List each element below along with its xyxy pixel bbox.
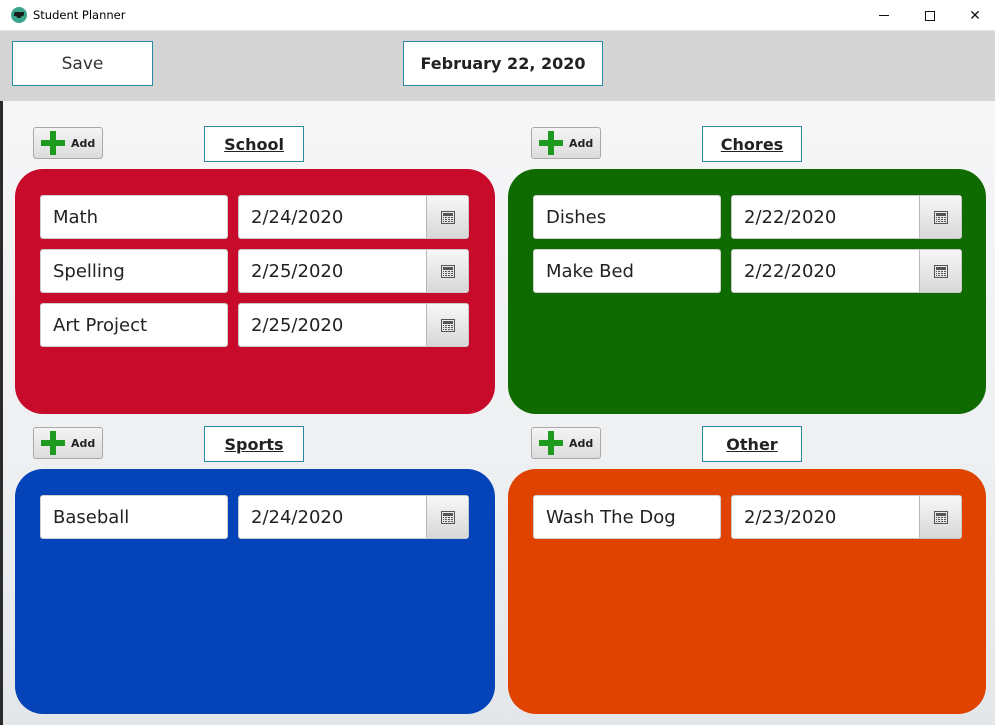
calendar-icon: [440, 210, 455, 224]
add-school-button[interactable]: Add: [33, 127, 103, 159]
close-icon: ✕: [969, 7, 981, 24]
task-row: Spelling 2/25/2020: [40, 249, 470, 293]
window-title: Student Planner: [33, 8, 126, 22]
title-bar: Student Planner ✕: [0, 0, 995, 31]
due-date-value[interactable]: 2/24/2020: [251, 196, 343, 238]
due-date-value[interactable]: 2/25/2020: [251, 304, 343, 346]
maximize-icon: [925, 10, 935, 21]
due-date-picker[interactable]: 2/22/2020: [731, 249, 962, 293]
category-title-school: School: [204, 126, 304, 162]
category-panel-school: Math 2/24/2020 Spelling 2/25/2020 Art Pr…: [15, 169, 495, 414]
add-label: Add: [71, 136, 96, 150]
due-date-value[interactable]: 2/25/2020: [251, 250, 343, 292]
minimize-icon: [879, 15, 889, 16]
task-row: Make Bed 2/22/2020: [533, 249, 963, 293]
graduation-cap-icon: [11, 7, 27, 23]
calendar-icon: [933, 510, 948, 524]
window-edge: [0, 101, 3, 725]
due-date-picker[interactable]: 2/24/2020: [238, 495, 469, 539]
category-panel-chores: Dishes 2/22/2020 Make Bed 2/22/2020: [508, 169, 986, 414]
save-button[interactable]: Save: [12, 41, 153, 86]
category-panel-other: Wash The Dog 2/23/2020: [508, 469, 986, 714]
maximize-button[interactable]: [907, 0, 953, 31]
task-name-field[interactable]: Art Project: [40, 303, 228, 347]
category-title-other: Other: [702, 426, 802, 462]
calendar-icon: [440, 318, 455, 332]
task-row: Dishes 2/22/2020: [533, 195, 963, 239]
add-sports-button[interactable]: Add: [33, 427, 103, 459]
calendar-icon: [440, 510, 455, 524]
calendar-icon: [440, 264, 455, 278]
due-date-value[interactable]: 2/23/2020: [744, 496, 836, 538]
minimize-button[interactable]: [861, 0, 907, 31]
calendar-icon: [933, 210, 948, 224]
task-row: Math 2/24/2020: [40, 195, 470, 239]
calendar-button[interactable]: [919, 496, 961, 538]
current-date-label: February 22, 2020: [403, 41, 603, 86]
task-name-field[interactable]: Make Bed: [533, 249, 721, 293]
plus-icon: [539, 131, 563, 155]
due-date-picker[interactable]: 2/23/2020: [731, 495, 962, 539]
plus-icon: [41, 131, 65, 155]
calendar-button[interactable]: [426, 250, 468, 292]
task-name-field[interactable]: Dishes: [533, 195, 721, 239]
plus-icon: [539, 431, 563, 455]
add-label: Add: [569, 136, 594, 150]
task-name-field[interactable]: Spelling: [40, 249, 228, 293]
task-row: Wash The Dog 2/23/2020: [533, 495, 963, 539]
task-row: Baseball 2/24/2020: [40, 495, 470, 539]
add-chores-button[interactable]: Add: [531, 127, 601, 159]
due-date-picker[interactable]: 2/25/2020: [238, 303, 469, 347]
category-panel-sports: Baseball 2/24/2020: [15, 469, 495, 714]
add-label: Add: [71, 436, 96, 450]
category-title-chores: Chores: [702, 126, 802, 162]
category-title-sports: Sports: [204, 426, 304, 462]
due-date-value[interactable]: 2/24/2020: [251, 496, 343, 538]
task-name-field[interactable]: Wash The Dog: [533, 495, 721, 539]
task-name-field[interactable]: Baseball: [40, 495, 228, 539]
due-date-value[interactable]: 2/22/2020: [744, 196, 836, 238]
calendar-button[interactable]: [919, 250, 961, 292]
close-button[interactable]: ✕: [952, 0, 995, 31]
due-date-picker[interactable]: 2/25/2020: [238, 249, 469, 293]
due-date-value[interactable]: 2/22/2020: [744, 250, 836, 292]
plus-icon: [41, 431, 65, 455]
add-other-button[interactable]: Add: [531, 427, 601, 459]
task-row: Art Project 2/25/2020: [40, 303, 470, 347]
add-label: Add: [569, 436, 594, 450]
due-date-picker[interactable]: 2/22/2020: [731, 195, 962, 239]
calendar-button[interactable]: [919, 196, 961, 238]
calendar-button[interactable]: [426, 304, 468, 346]
calendar-button[interactable]: [426, 196, 468, 238]
calendar-icon: [933, 264, 948, 278]
task-name-field[interactable]: Math: [40, 195, 228, 239]
due-date-picker[interactable]: 2/24/2020: [238, 195, 469, 239]
calendar-button[interactable]: [426, 496, 468, 538]
toolbar: Save February 22, 2020: [0, 31, 995, 101]
